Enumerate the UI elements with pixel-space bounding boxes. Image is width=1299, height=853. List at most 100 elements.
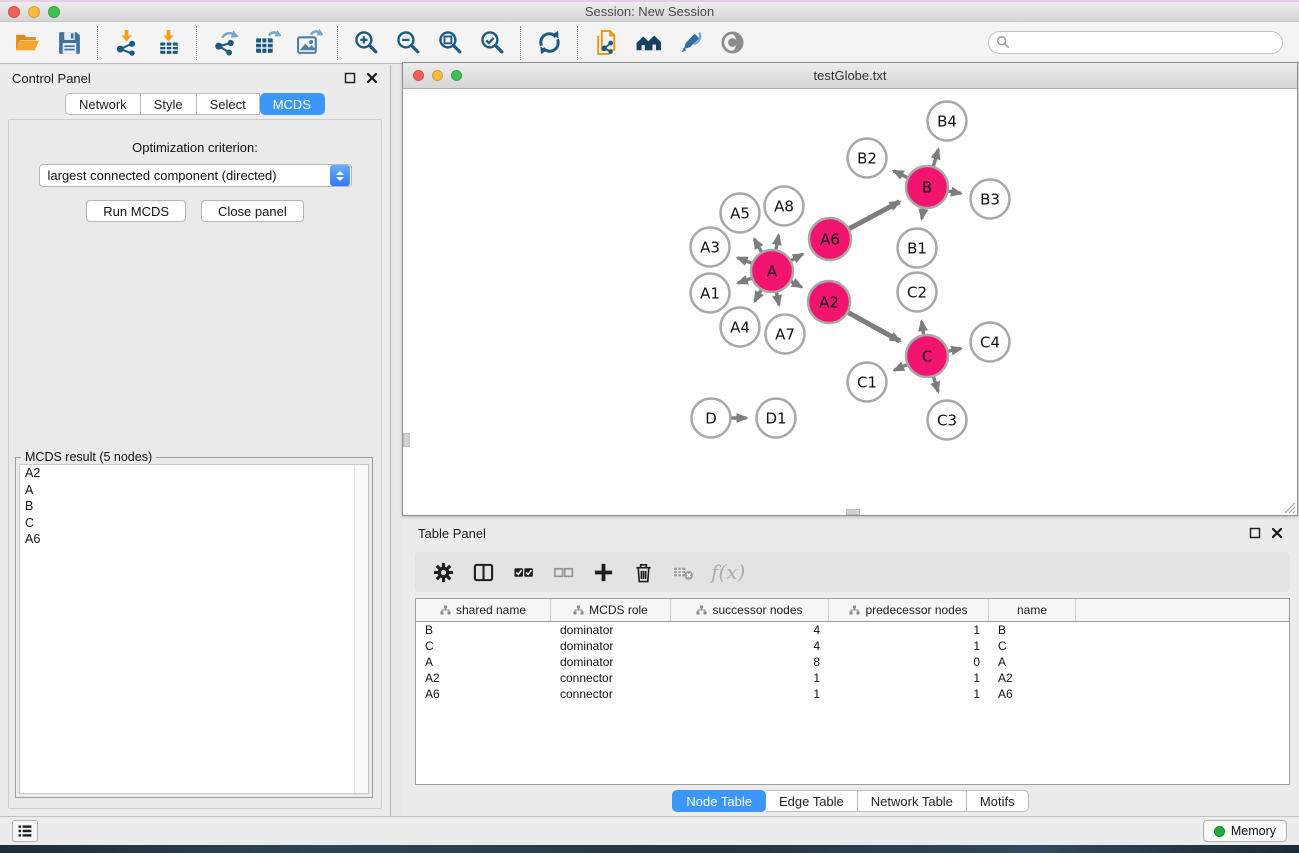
task-history-button[interactable] xyxy=(12,820,38,842)
split-panel-icon[interactable] xyxy=(465,555,501,589)
graph-node-A7[interactable]: A7 xyxy=(766,315,805,354)
edge-B-B3[interactable] xyxy=(949,191,961,193)
graph-node-B4[interactable]: B4 xyxy=(928,102,967,141)
edge-A-A6[interactable] xyxy=(791,254,803,260)
mcds-result-list[interactable]: A2ABCA6 xyxy=(19,464,369,794)
zoom-fit-icon[interactable] xyxy=(429,25,471,61)
export-network-icon[interactable] xyxy=(204,25,246,61)
edge-A-A5[interactable] xyxy=(754,239,761,252)
graph-node-A1[interactable]: A1 xyxy=(691,274,730,313)
column-header-mcds-role[interactable]: MCDS role xyxy=(551,599,671,621)
network-canvas[interactable]: AA1A2A3A4A5A6A7A8BB1B2B3B4CC1C2C3C4DD1 xyxy=(403,89,1297,515)
tab-style[interactable]: Style xyxy=(141,93,197,115)
table-row[interactable]: A6connector11A6 xyxy=(416,686,1289,702)
import-table-icon[interactable] xyxy=(147,25,189,61)
table-row[interactable]: Bdominator41B xyxy=(416,622,1289,638)
table-tab-node-table[interactable]: Node Table xyxy=(672,790,766,812)
network-minimize-button[interactable] xyxy=(432,70,443,81)
edge-C-C3[interactable] xyxy=(934,377,939,392)
open-file-icon[interactable] xyxy=(6,25,48,61)
table-tab-motifs[interactable]: Motifs xyxy=(967,790,1029,812)
result-item[interactable]: A2 xyxy=(20,465,368,482)
float-panel-icon[interactable] xyxy=(344,72,356,84)
show-hide-graphics-icon[interactable] xyxy=(711,25,753,61)
search-input[interactable] xyxy=(988,31,1283,54)
graph-node-A2[interactable]: A2 xyxy=(808,281,850,323)
edge-A-A3[interactable] xyxy=(738,258,752,263)
close-panel-button[interactable]: Close panel xyxy=(201,200,304,222)
memory-button[interactable]: Memory xyxy=(1203,820,1287,842)
tab-mcds[interactable]: MCDS xyxy=(260,93,325,115)
graph-node-C3[interactable]: C3 xyxy=(928,401,967,440)
network-close-button[interactable] xyxy=(413,70,424,81)
edge-A-A7[interactable] xyxy=(776,293,779,306)
edge-B-B2[interactable] xyxy=(894,171,908,178)
column-header-name[interactable]: name xyxy=(989,599,1076,621)
edge-B-B4[interactable] xyxy=(933,149,938,166)
edge-A2-C[interactable] xyxy=(848,313,900,341)
home-icon[interactable] xyxy=(627,25,669,61)
minimize-window-button[interactable] xyxy=(28,6,40,18)
tab-select[interactable]: Select xyxy=(197,93,260,115)
delete-rows-icon[interactable] xyxy=(625,555,661,589)
graph-node-A4[interactable]: A4 xyxy=(721,308,760,347)
zoom-selected-icon[interactable] xyxy=(471,25,513,61)
graph-node-B1[interactable]: B1 xyxy=(898,229,937,268)
graph-node-D1[interactable]: D1 xyxy=(757,399,796,438)
edge-C-C1[interactable] xyxy=(894,365,907,371)
edge-A-A1[interactable] xyxy=(738,278,751,283)
column-header-predecessor-nodes[interactable]: predecessor nodes xyxy=(829,599,989,621)
column-header-successor-nodes[interactable]: successor nodes xyxy=(671,599,829,621)
deselect-all-icon[interactable] xyxy=(545,555,581,589)
result-item[interactable]: B xyxy=(20,498,368,515)
run-mcds-button[interactable]: Run MCDS xyxy=(86,200,186,222)
canvas-vertical-scrollbar[interactable] xyxy=(403,433,410,447)
refresh-icon[interactable] xyxy=(528,25,570,61)
import-network-icon[interactable] xyxy=(105,25,147,61)
graph-node-A5[interactable]: A5 xyxy=(721,194,760,233)
edge-A6-B[interactable] xyxy=(849,202,899,229)
edge-A-A2[interactable] xyxy=(791,282,801,288)
graph-node-C1[interactable]: C1 xyxy=(848,363,887,402)
graph-node-B3[interactable]: B3 xyxy=(971,180,1010,219)
graph-node-B2[interactable]: B2 xyxy=(848,139,887,178)
export-image-icon[interactable] xyxy=(288,25,330,61)
result-item[interactable]: A xyxy=(20,482,368,499)
graph-node-B[interactable]: B xyxy=(906,166,948,208)
graph-node-A3[interactable]: A3 xyxy=(691,228,730,267)
zoom-in-icon[interactable] xyxy=(345,25,387,61)
criterion-dropdown[interactable]: largest connected component (directed) xyxy=(39,164,352,187)
network-maximize-button[interactable] xyxy=(451,70,462,81)
edge-A-A4[interactable] xyxy=(755,290,761,301)
edge-B-B1[interactable] xyxy=(922,209,924,219)
resize-grip[interactable] xyxy=(1283,501,1296,514)
table-tab-network-table[interactable]: Network Table xyxy=(858,790,967,812)
add-row-icon[interactable] xyxy=(585,555,621,589)
table-tab-edge-table[interactable]: Edge Table xyxy=(766,790,858,812)
zoom-out-icon[interactable] xyxy=(387,25,429,61)
graph-node-C[interactable]: C xyxy=(906,335,948,377)
canvas-horizontal-scrollbar[interactable] xyxy=(846,509,860,515)
float-table-panel-icon[interactable] xyxy=(1249,527,1261,539)
graph-node-A8[interactable]: A8 xyxy=(765,187,804,226)
edge-C-C2[interactable] xyxy=(922,321,924,334)
edge-A-A8[interactable] xyxy=(776,235,779,249)
graph-node-C4[interactable]: C4 xyxy=(971,323,1010,362)
graph-node-C2[interactable]: C2 xyxy=(898,273,937,312)
table-row[interactable]: Adominator80A xyxy=(416,654,1289,670)
graph-node-A6[interactable]: A6 xyxy=(809,218,851,260)
export-table-icon[interactable] xyxy=(246,25,288,61)
tab-network[interactable]: Network xyxy=(65,93,141,115)
graph-node-A[interactable]: A xyxy=(751,250,793,292)
table-row[interactable]: A2connector11A2 xyxy=(416,670,1289,686)
hide-annotations-icon[interactable] xyxy=(669,25,711,61)
close-window-button[interactable] xyxy=(8,6,20,18)
column-header-shared-name[interactable]: shared name xyxy=(416,599,551,621)
result-item[interactable]: A6 xyxy=(20,531,368,548)
close-table-panel-icon[interactable] xyxy=(1271,527,1283,539)
maximize-window-button[interactable] xyxy=(48,6,60,18)
save-session-icon[interactable] xyxy=(48,25,90,61)
result-scrollbar[interactable] xyxy=(354,465,368,793)
network-from-file-icon[interactable] xyxy=(585,25,627,61)
table-row[interactable]: Cdominator41C xyxy=(416,638,1289,654)
